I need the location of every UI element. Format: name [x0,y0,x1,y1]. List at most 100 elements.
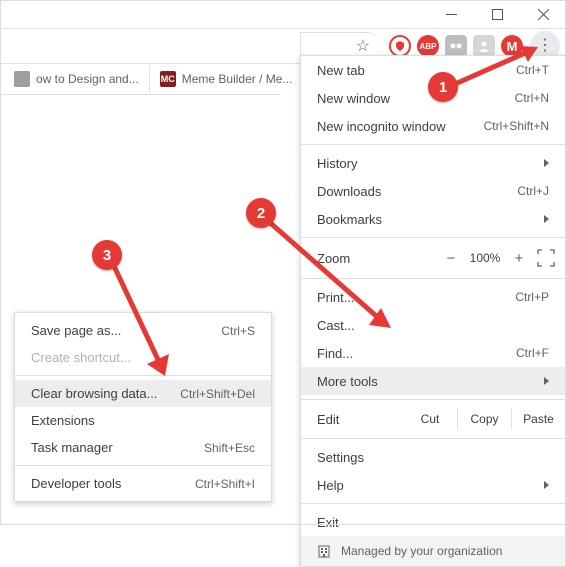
chrome-main-menu: New tab Ctrl+T New window Ctrl+N New inc… [300,55,566,567]
menu-cast[interactable]: Cast... [301,311,565,339]
menu-label: Help [317,478,344,493]
menu-label: Bookmarks [317,212,382,227]
tab-strip: ow to Design and... MC Meme Builder / Me… [0,64,303,94]
close-icon [538,9,549,20]
menu-separator [301,399,565,400]
extension-label: ABP [420,42,437,51]
annotation-badge-3: 3 [92,240,122,270]
managed-by-org-notice[interactable]: Managed by your organization [301,536,565,566]
menu-shortcut: Ctrl+N [515,91,549,105]
person-icon [478,40,490,52]
menu-shortcut: Ctrl+P [515,290,549,304]
menu-downloads[interactable]: Downloads Ctrl+J [301,177,565,205]
menu-bookmarks[interactable]: Bookmarks [301,205,565,233]
extension-glyph-icon [449,39,463,53]
menu-separator [15,465,271,466]
extension-ublock-icon[interactable] [389,35,411,57]
submenu-save-page[interactable]: Save page as... Ctrl+S [15,317,271,344]
submenu-arrow-icon [544,215,549,223]
extension-icon-b[interactable] [473,35,495,57]
shield-icon [394,40,406,52]
menu-label: Save page as... [31,323,121,338]
menu-edit-row: Edit Cut Copy Paste [301,404,565,434]
minimize-icon [446,9,457,20]
extension-adblock-icon[interactable]: ABP [417,35,439,57]
zoom-in-button[interactable]: + [507,250,531,267]
submenu-create-shortcut[interactable]: Create shortcut... [15,344,271,371]
annotation-badge-2: 2 [246,198,276,228]
favicon-icon: MC [160,71,176,87]
menu-label: Create shortcut... [31,350,131,365]
menu-shortcut: Ctrl+T [516,63,549,77]
menu-label: Clear browsing data... [31,386,157,401]
menu-separator [301,278,565,279]
fullscreen-icon[interactable] [537,249,555,267]
menu-label: Zoom [317,251,439,266]
menu-more-tools[interactable]: More tools [301,367,565,395]
menu-label: Edit [317,412,403,427]
menu-label: History [317,156,357,171]
menu-incognito[interactable]: New incognito window Ctrl+Shift+N [301,112,565,140]
extension-icon-a[interactable] [445,35,467,57]
menu-shortcut: Ctrl+F [516,346,549,360]
menu-help[interactable]: Help [301,471,565,499]
submenu-arrow-icon [544,159,549,167]
submenu-developer-tools[interactable]: Developer tools Ctrl+Shift+I [15,470,271,497]
submenu-extensions[interactable]: Extensions [15,407,271,434]
zoom-out-button[interactable]: − [439,250,463,267]
submenu-arrow-icon [544,481,549,489]
annotation-badge-1: 1 [428,72,458,102]
menu-shortcut: Shift+Esc [204,441,255,455]
menu-label: Task manager [31,440,113,455]
favicon-icon [14,71,30,87]
menu-separator [301,503,565,504]
window-close-button[interactable] [520,0,566,28]
menu-history[interactable]: History [301,149,565,177]
building-icon [317,544,331,558]
menu-label: New incognito window [317,119,446,134]
managed-label: Managed by your organization [341,544,502,558]
tab-title: Meme Builder / Me... [182,72,293,86]
kebab-icon: ⋮ [537,38,553,54]
menu-zoom-row: Zoom − 100% + [301,242,565,274]
menu-label: Print... [317,290,355,305]
menu-shortcut: Ctrl+J [517,184,549,198]
menu-separator [15,375,271,376]
edit-copy-button[interactable]: Copy [457,408,511,430]
window-maximize-button[interactable] [474,0,520,28]
submenu-clear-browsing-data[interactable]: Clear browsing data... Ctrl+Shift+Del [15,380,271,407]
menu-label: Settings [317,450,364,465]
edit-paste-button[interactable]: Paste [511,408,565,430]
submenu-task-manager[interactable]: Task manager Shift+Esc [15,434,271,461]
submenu-arrow-icon [544,377,549,385]
menu-label: New tab [317,63,365,78]
divider [0,94,280,95]
browser-tab[interactable]: MC Meme Builder / Me... [150,65,304,93]
more-tools-submenu: Save page as... Ctrl+S Create shortcut..… [14,312,272,502]
menu-shortcut: Ctrl+S [221,324,255,338]
browser-tab[interactable]: ow to Design and... [4,65,150,93]
menu-settings[interactable]: Settings [301,443,565,471]
profile-avatar[interactable]: M [501,35,523,57]
menu-shortcut: Ctrl+Shift+N [484,119,549,133]
menu-separator [301,438,565,439]
window-minimize-button[interactable] [428,0,474,28]
edit-cut-button[interactable]: Cut [403,408,457,430]
maximize-icon [492,9,503,20]
profile-initial: M [507,39,518,54]
menu-label: More tools [317,374,378,389]
tab-title: ow to Design and... [36,72,139,86]
menu-label: Find... [317,346,353,361]
menu-label: Downloads [317,184,381,199]
bookmark-star-icon[interactable]: ☆ [356,36,370,56]
menu-print[interactable]: Print... Ctrl+P [301,283,565,311]
menu-label: New window [317,91,390,106]
menu-find[interactable]: Find... Ctrl+F [301,339,565,367]
menu-separator [301,144,565,145]
menu-label: Exit [317,515,339,530]
menu-shortcut: Ctrl+Shift+I [195,477,255,491]
menu-label: Extensions [31,413,95,428]
menu-label: Developer tools [31,476,121,491]
menu-exit[interactable]: Exit [301,508,565,536]
menu-shortcut: Ctrl+Shift+Del [180,387,255,401]
